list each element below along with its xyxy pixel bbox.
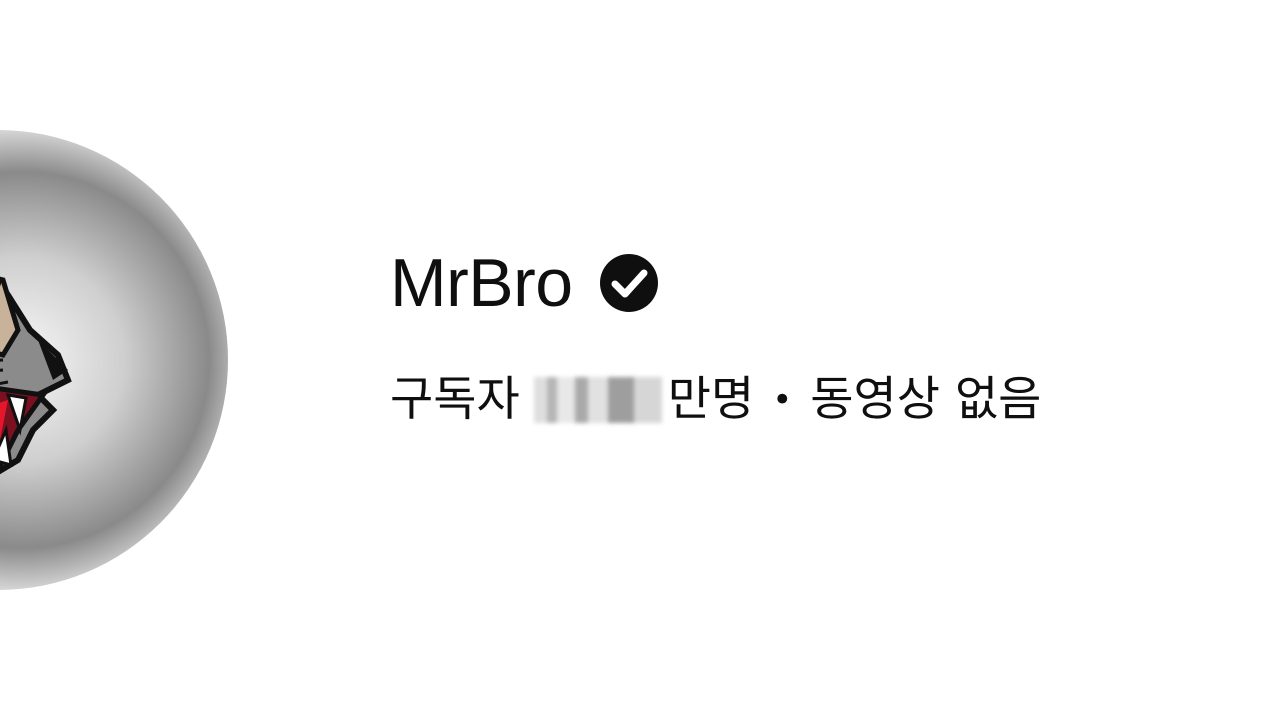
subscribers-label: 구독자 bbox=[390, 372, 520, 427]
panther-logo-icon bbox=[0, 276, 72, 475]
channel-avatar[interactable] bbox=[0, 130, 228, 590]
channel-name[interactable]: MrBro bbox=[390, 240, 573, 326]
verified-check-icon bbox=[599, 253, 659, 313]
meta-separator: • bbox=[772, 380, 793, 420]
channel-info: MrBro 구독자 만명 • 동영상 없음 bbox=[390, 240, 1041, 430]
subscriber-unit: 만명 bbox=[667, 372, 755, 427]
channel-header: MrBro 구독자 만명 • 동영상 없음 bbox=[0, 0, 1280, 720]
subscriber-count-blurred bbox=[533, 377, 662, 423]
videos-count-label: 동영상 없음 bbox=[810, 372, 1042, 427]
channel-meta: 구독자 만명 • 동영상 없음 bbox=[390, 370, 1041, 430]
channel-title-row: MrBro bbox=[390, 240, 1041, 326]
